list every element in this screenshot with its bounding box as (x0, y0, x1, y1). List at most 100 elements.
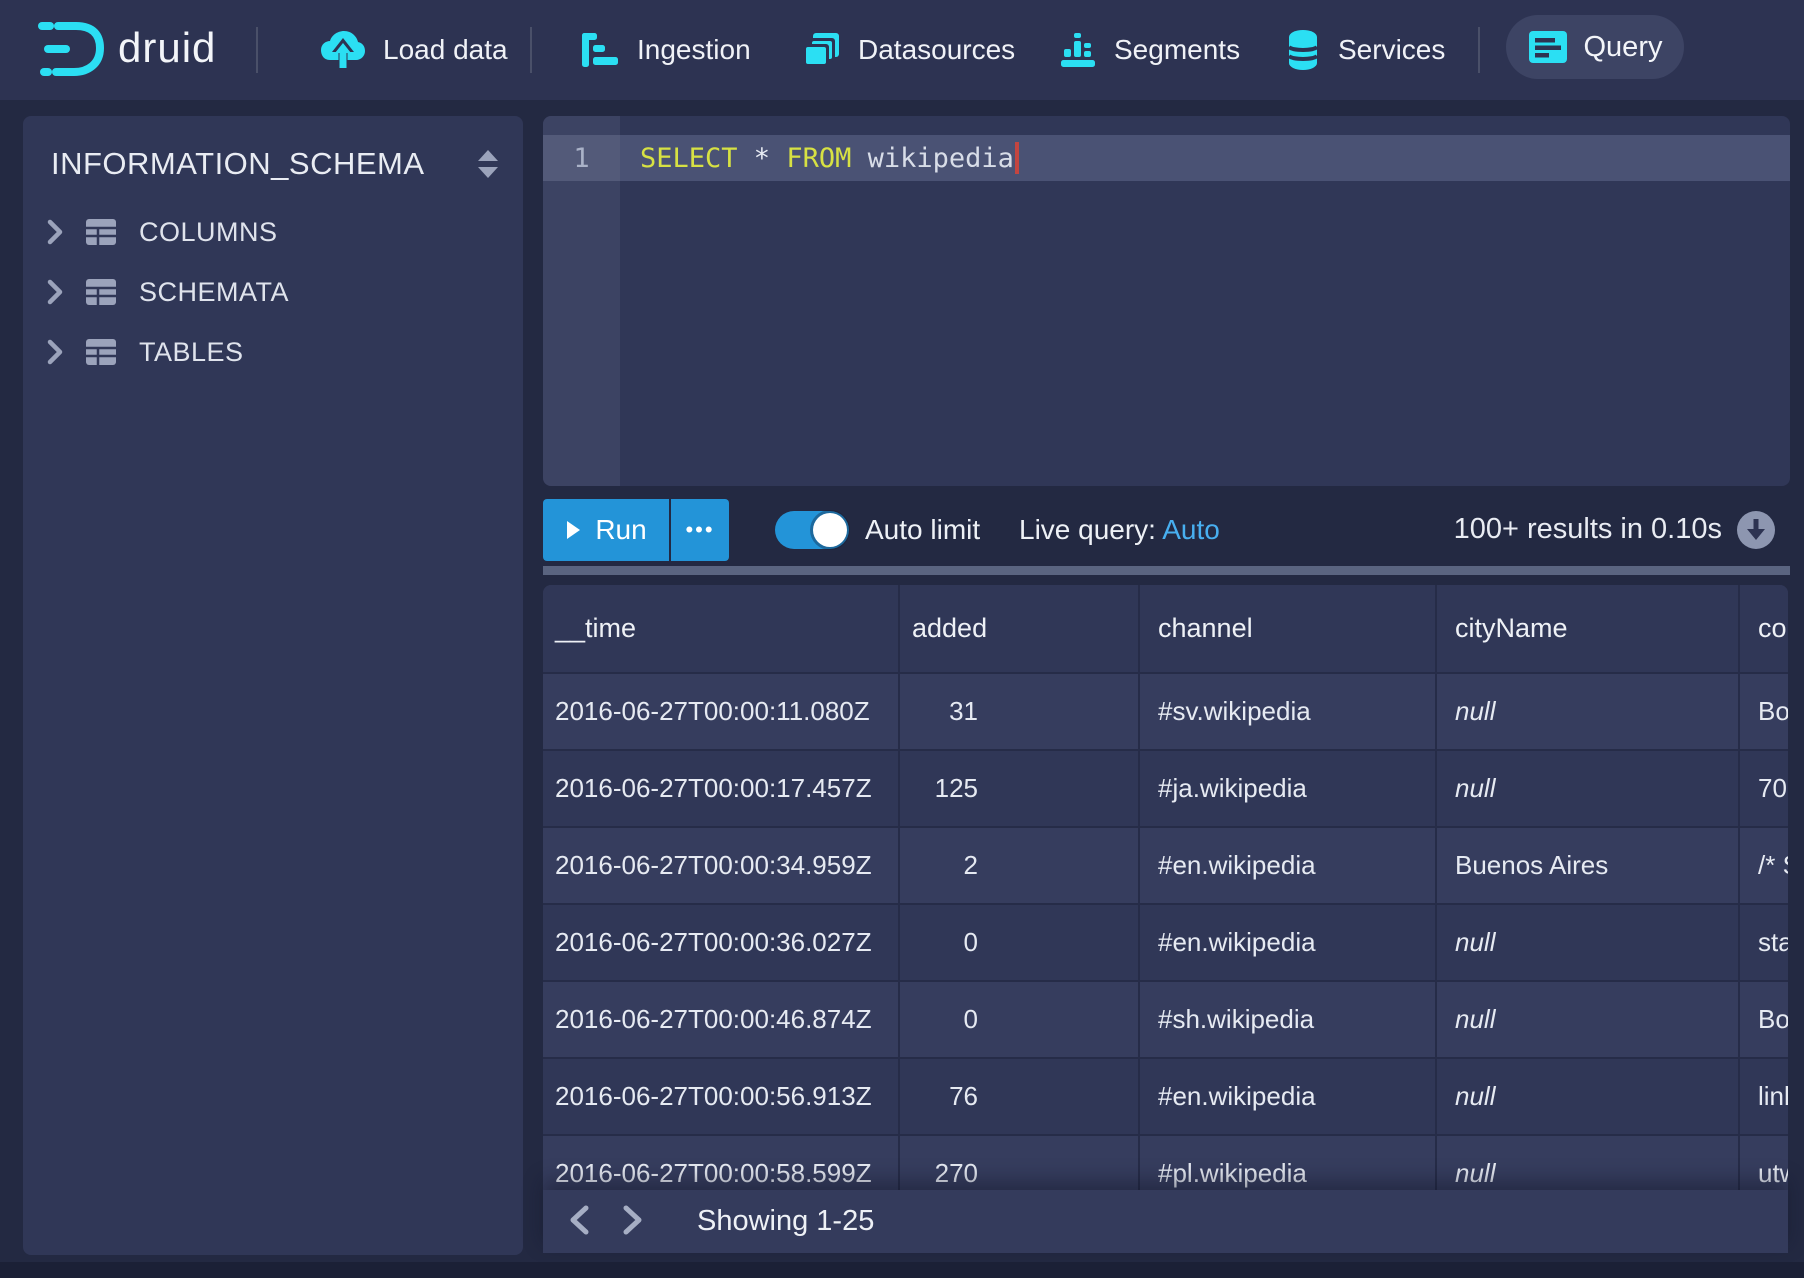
cell-cityname: null (1437, 982, 1740, 1057)
play-icon (565, 520, 581, 540)
tree-item-label: TABLES (139, 337, 244, 368)
cell-time: 2016-06-27T00:00:46.874Z (543, 982, 900, 1057)
sort-double-caret-icon[interactable] (475, 147, 501, 181)
druid-logo-icon (36, 18, 108, 82)
run-button[interactable]: Run (543, 499, 669, 561)
cell-cityname: null (1437, 905, 1740, 980)
table-row[interactable]: 2016-06-27T00:00:36.027Z 0 #en.wikipedia… (543, 903, 1788, 980)
table-row[interactable]: 2016-06-27T00:00:34.959Z 2 #en.wikipedia… (543, 826, 1788, 903)
table-row[interactable]: 2016-06-27T00:00:46.874Z 0 #sh.wikipedia… (543, 980, 1788, 1057)
cell-cityname: Buenos Aires (1437, 828, 1740, 903)
cell-cityname: null (1437, 1059, 1740, 1134)
column-header-added[interactable]: added (900, 585, 1140, 672)
cell-cityname: null (1437, 674, 1740, 749)
auto-limit-toggle[interactable] (775, 511, 849, 549)
cell-channel: #en.wikipedia (1140, 905, 1437, 980)
column-header-cityname[interactable]: cityName (1437, 585, 1740, 672)
chevron-right-icon (47, 219, 63, 245)
nav-item-ingestion[interactable]: Ingestion (580, 0, 751, 100)
sql-code-line[interactable]: SELECT * FROM wikipedia (640, 135, 1019, 181)
table-header-row: __time added channel cityName comment (543, 585, 1788, 672)
table-grid-icon (85, 278, 117, 306)
schema-title: INFORMATION_SCHEMA (51, 146, 425, 182)
tree-item-tables[interactable]: TABLES (23, 322, 523, 382)
services-database-icon (1285, 29, 1321, 71)
sql-keyword: FROM (786, 143, 851, 174)
nav-divider (1478, 27, 1480, 73)
cell-comment: Bot (1740, 674, 1788, 749)
chevron-right-icon (47, 279, 63, 305)
showing-label: Showing 1-25 (697, 1205, 874, 1238)
tree-item-columns[interactable]: COLUMNS (23, 202, 523, 262)
next-page-button[interactable] (615, 1202, 651, 1242)
download-button[interactable] (1736, 510, 1776, 550)
chevron-right-icon (622, 1204, 644, 1236)
cell-added: 125 (900, 751, 1140, 826)
cell-comment: Bot (1740, 982, 1788, 1057)
cell-comment: 70. (1740, 751, 1788, 826)
table-grid-icon (85, 338, 117, 366)
cell-comment: link (1740, 1059, 1788, 1134)
query-console-icon (1528, 30, 1568, 64)
ellipsis-icon: ••• (685, 517, 714, 542)
column-header-channel[interactable]: channel (1140, 585, 1437, 672)
table-grid-icon (85, 218, 117, 246)
ingestion-icon (580, 31, 620, 69)
tree-item-schemata[interactable]: SCHEMATA (23, 262, 523, 322)
nav-item-services[interactable]: Services (1285, 0, 1445, 100)
cell-added: 76 (900, 1059, 1140, 1134)
brand-text: druid (118, 24, 216, 72)
column-header-time[interactable]: __time (543, 585, 900, 672)
nav-item-label: Datasources (858, 34, 1015, 66)
cloud-upload-icon (320, 30, 366, 70)
cell-cityname: null (1437, 751, 1740, 826)
sql-table-name: wikipedia (851, 143, 1014, 174)
line-number: 1 (543, 135, 620, 181)
nav-divider (530, 27, 532, 73)
nav-item-label: Query (1584, 31, 1663, 64)
cell-time: 2016-06-27T00:00:36.027Z (543, 905, 900, 980)
run-more-button[interactable]: ••• (671, 499, 729, 561)
cell-channel: #en.wikipedia (1140, 828, 1437, 903)
cell-time: 2016-06-27T00:00:17.457Z (543, 751, 900, 826)
cell-channel: #en.wikipedia (1140, 1059, 1437, 1134)
cell-channel: #sh.wikipedia (1140, 982, 1437, 1057)
table-row[interactable]: 2016-06-27T00:00:56.913Z 76 #en.wikipedi… (543, 1057, 1788, 1134)
nav-item-query[interactable]: Query (1506, 15, 1684, 79)
pane-resize-handle[interactable] (543, 566, 1790, 575)
nav-item-datasources[interactable]: Datasources (801, 0, 1015, 100)
cell-added: 31 (900, 674, 1140, 749)
cell-channel: #sv.wikipedia (1140, 674, 1437, 749)
nav-item-load-data[interactable]: Load data (320, 0, 508, 100)
live-query-label: Live query: Auto (1019, 514, 1220, 546)
nav-item-label: Load data (383, 34, 508, 66)
segments-icon (1059, 31, 1097, 69)
cell-comment: sta (1740, 905, 1788, 980)
column-header-comment[interactable]: comment (1740, 585, 1788, 672)
schema-explorer-panel: INFORMATION_SCHEMA COLUMNS SCHEMATA (23, 116, 523, 1255)
nav-item-label: Segments (1114, 34, 1240, 66)
table-row[interactable]: 2016-06-27T00:00:11.080Z 31 #sv.wikipedi… (543, 672, 1788, 749)
tree-item-label: SCHEMATA (139, 277, 289, 308)
sql-keyword: SELECT (640, 143, 738, 174)
results-summary: 100+ results in 0.10s (1454, 513, 1722, 546)
text-cursor (1015, 142, 1019, 174)
cell-added: 0 (900, 905, 1140, 980)
toggle-knob (813, 513, 847, 547)
table-row[interactable]: 2016-06-27T00:00:17.457Z 125 #ja.wikiped… (543, 749, 1788, 826)
chevron-left-icon (568, 1204, 590, 1236)
prev-page-button[interactable] (561, 1202, 597, 1242)
run-toolbar: Run ••• Auto limit Live query: Auto 100+… (543, 497, 1790, 563)
run-button-label: Run (595, 514, 646, 546)
live-query-value[interactable]: Auto (1162, 514, 1220, 545)
nav-item-segments[interactable]: Segments (1059, 0, 1240, 100)
bottom-strip (0, 1262, 1804, 1278)
sql-editor[interactable]: 1 SELECT * FROM wikipedia (543, 116, 1790, 486)
cell-comment: /* S (1740, 828, 1788, 903)
cell-time: 2016-06-27T00:00:34.959Z (543, 828, 900, 903)
cell-added: 2 (900, 828, 1140, 903)
auto-limit-label: Auto limit (865, 514, 980, 546)
top-nav: druid Load data Ingestion Datasour (0, 0, 1804, 100)
nav-item-label: Ingestion (637, 34, 751, 66)
cell-channel: #ja.wikipedia (1140, 751, 1437, 826)
